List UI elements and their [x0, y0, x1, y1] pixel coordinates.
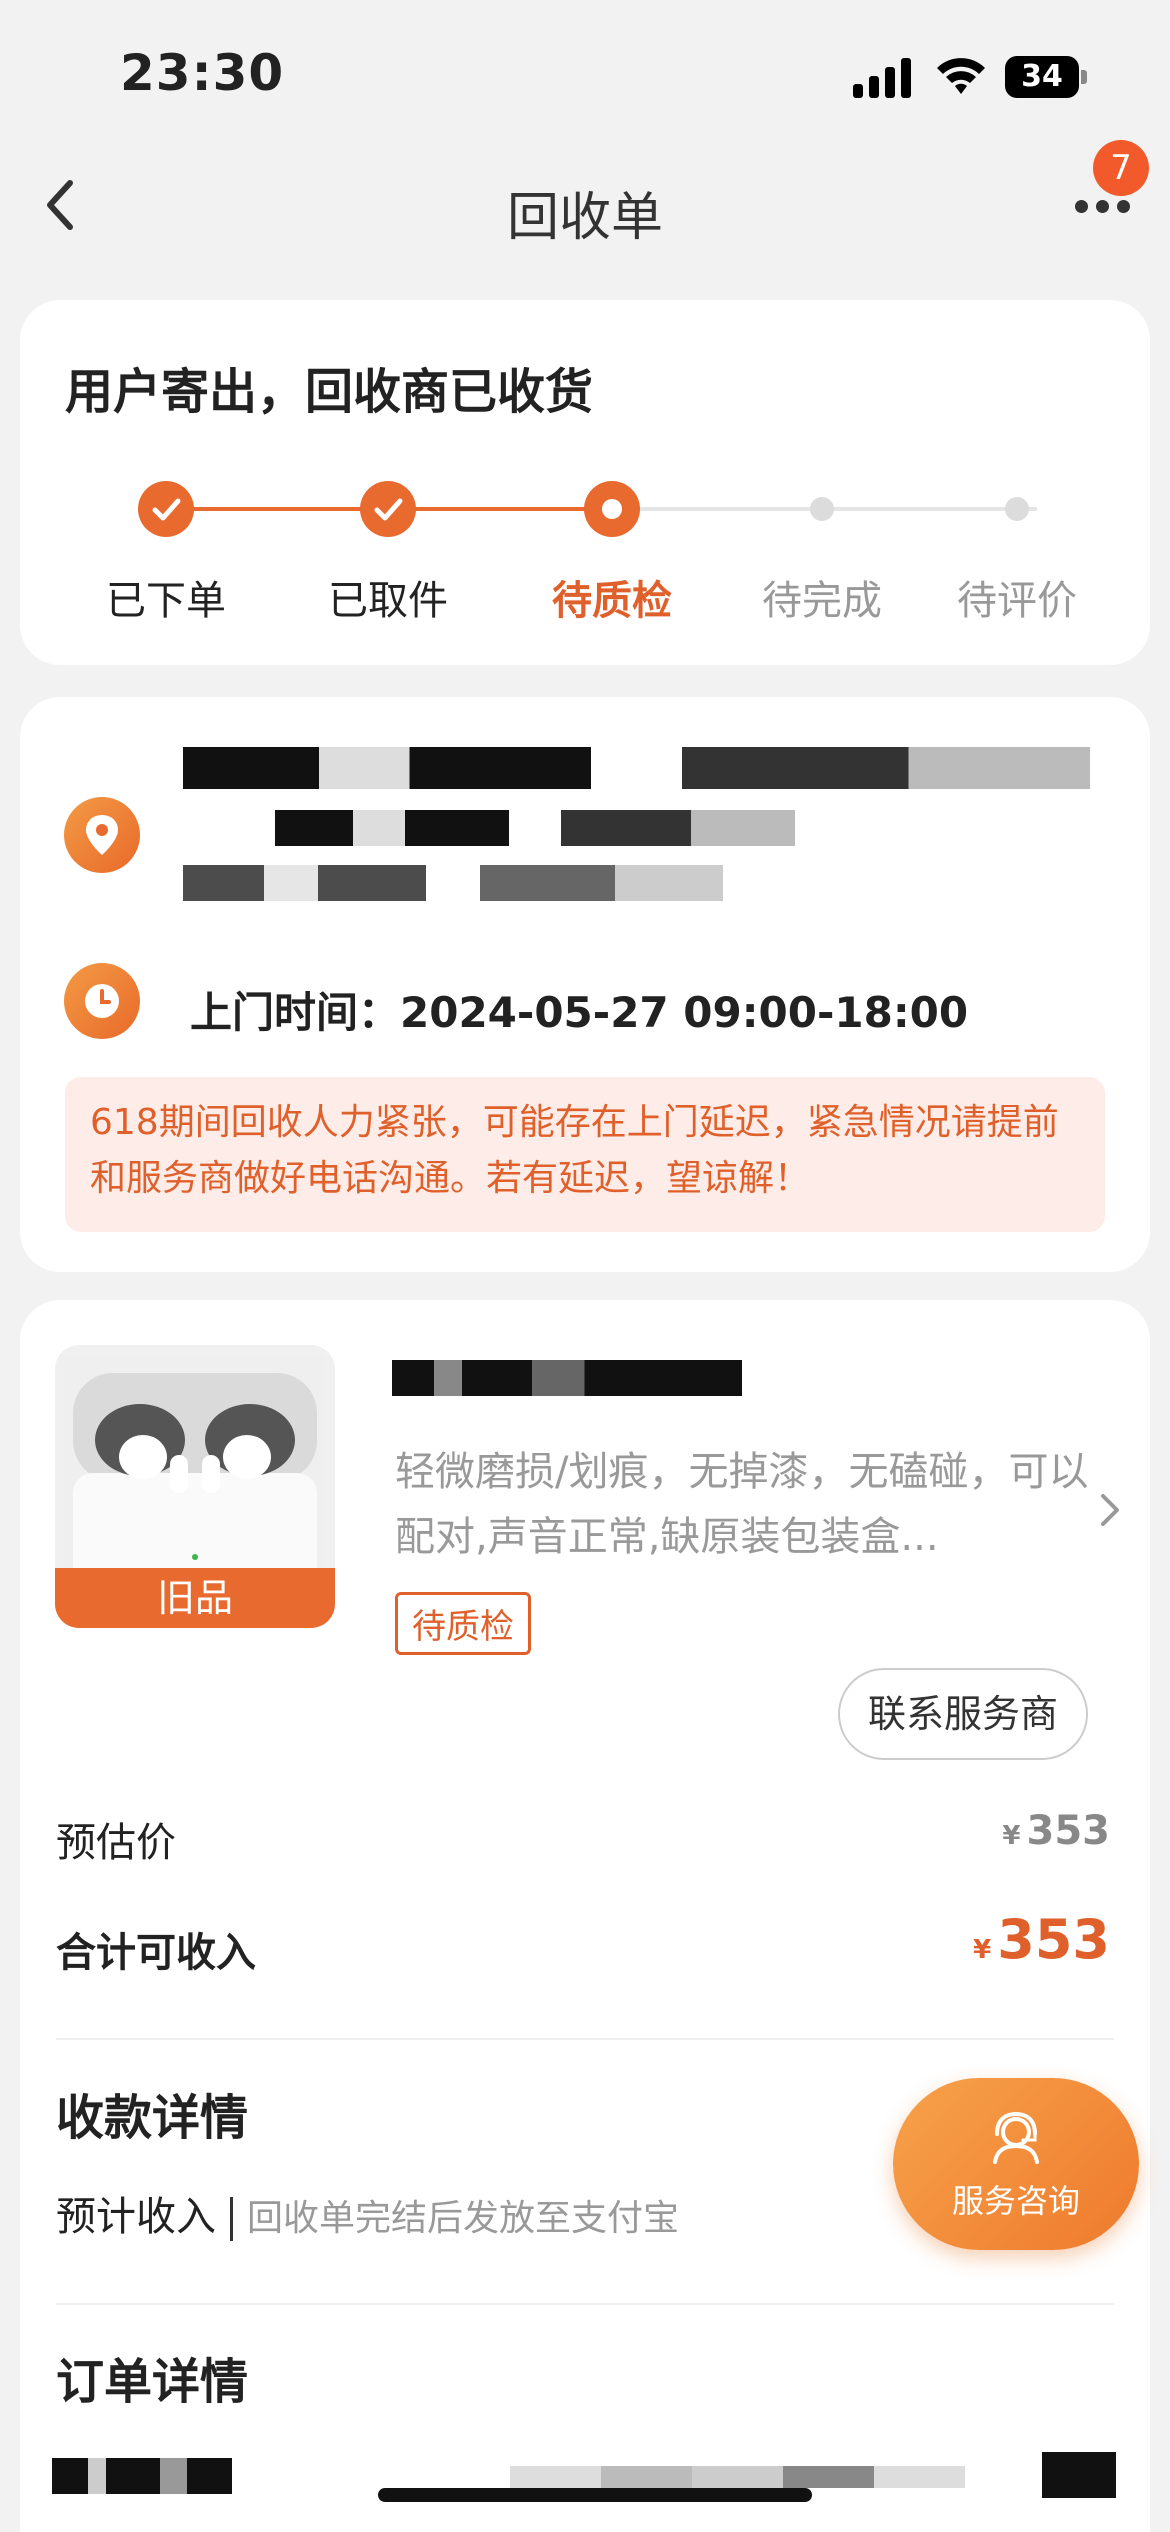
expected-income-row: 预计收入 回收单完结后发放至支付宝: [56, 2184, 679, 2242]
redacted-order-field: [510, 2466, 965, 2488]
delay-notice: 618期间回收人力紧张，可能存在上门延迟，紧急情况请提前和服务商做好电话沟通。若…: [65, 1077, 1105, 1232]
product-condition-description[interactable]: 轻微磨损/划痕，无掉漆，无磕碰，可以配对,声音正常,缺原装包装盒...: [395, 1440, 1095, 1570]
service-consult-button[interactable]: 服务咨询: [893, 2078, 1139, 2250]
estimate-value: 353: [1026, 1808, 1111, 1854]
order-details-title: 订单详情: [56, 2354, 249, 2410]
contact-provider-button[interactable]: 联系服务商: [838, 1668, 1088, 1760]
redacted-product-name: [392, 1360, 742, 1396]
estimate-price: ¥353: [1002, 1808, 1110, 1854]
redacted-order-field: [1042, 2452, 1116, 2498]
battery-level: 34: [1005, 56, 1079, 98]
currency-symbol: ¥: [1002, 1821, 1021, 1851]
currency-symbol: ¥: [973, 1935, 992, 1965]
status-tag: 待质检: [395, 1592, 531, 1655]
pickup-card: 上门时间：2024-05-27 09:00-18:00 618期间回收人力紧张，…: [20, 697, 1150, 1272]
step-done-check-icon: [138, 481, 194, 537]
expected-income-label: 预计收入: [56, 2194, 216, 2240]
redacted-order-field: [52, 2458, 232, 2494]
step-label-review: 待评价: [957, 578, 1077, 624]
notification-badge: 7: [1093, 140, 1149, 196]
expected-income-note: 回收单完结后发放至支付宝: [247, 2198, 680, 2239]
redacted-contact-line: [183, 865, 723, 901]
step-pending-dot-icon: [810, 497, 834, 521]
step-label-ordered: 已下单: [106, 578, 226, 624]
more-menu-icon[interactable]: [1075, 198, 1139, 214]
step-current-dot-icon: [584, 481, 640, 537]
chevron-right-icon[interactable]: [1095, 1490, 1125, 1530]
step-label-completion: 待完成: [762, 578, 882, 624]
page-title: 回收单: [506, 188, 663, 248]
total-income-value: 353: [997, 1908, 1110, 1971]
condition-tag: 旧品: [55, 1568, 335, 1628]
step-label-picked-up: 已取件: [328, 578, 448, 624]
step-label-inspection: 待质检: [552, 578, 672, 624]
service-consult-label: 服务咨询: [951, 2182, 1080, 2220]
redacted-address-line: [275, 810, 795, 846]
payment-details-title: 收款详情: [56, 2090, 249, 2146]
estimate-label: 预估价: [56, 1820, 176, 1866]
status-time: 23:30: [120, 44, 285, 102]
divider: [56, 2038, 1114, 2040]
total-income-label: 合计可收入: [56, 1930, 256, 1976]
status-bar: 23:30 34: [0, 0, 1170, 150]
order-status-card: 用户寄出，回收商已收货 已下单 已取件 待质检 待完成 待评价: [20, 300, 1150, 665]
product-card: 旧品 轻微磨损/划痕，无掉漆，无磕碰，可以配对,声音正常,缺原装包装盒... 待…: [20, 1300, 1150, 2532]
cellular-signal-icon: [853, 58, 911, 98]
step-pending-dot-icon: [1005, 497, 1029, 521]
location-pin-icon: [64, 797, 140, 873]
battery-icon: 34: [1005, 56, 1087, 98]
step-done-check-icon: [360, 481, 416, 537]
divider: [56, 2303, 1114, 2305]
total-income-price: ¥353: [973, 1908, 1110, 1971]
headset-agent-icon: [993, 2111, 1039, 2164]
redacted-address-line: [183, 747, 1090, 789]
pickup-time: 上门时间：2024-05-27 09:00-18:00: [190, 988, 969, 1037]
order-status-title: 用户寄出，回收商已收货: [65, 364, 594, 420]
home-indicator[interactable]: [378, 2488, 812, 2502]
clock-icon: [64, 963, 140, 1039]
wifi-icon: [937, 58, 985, 94]
